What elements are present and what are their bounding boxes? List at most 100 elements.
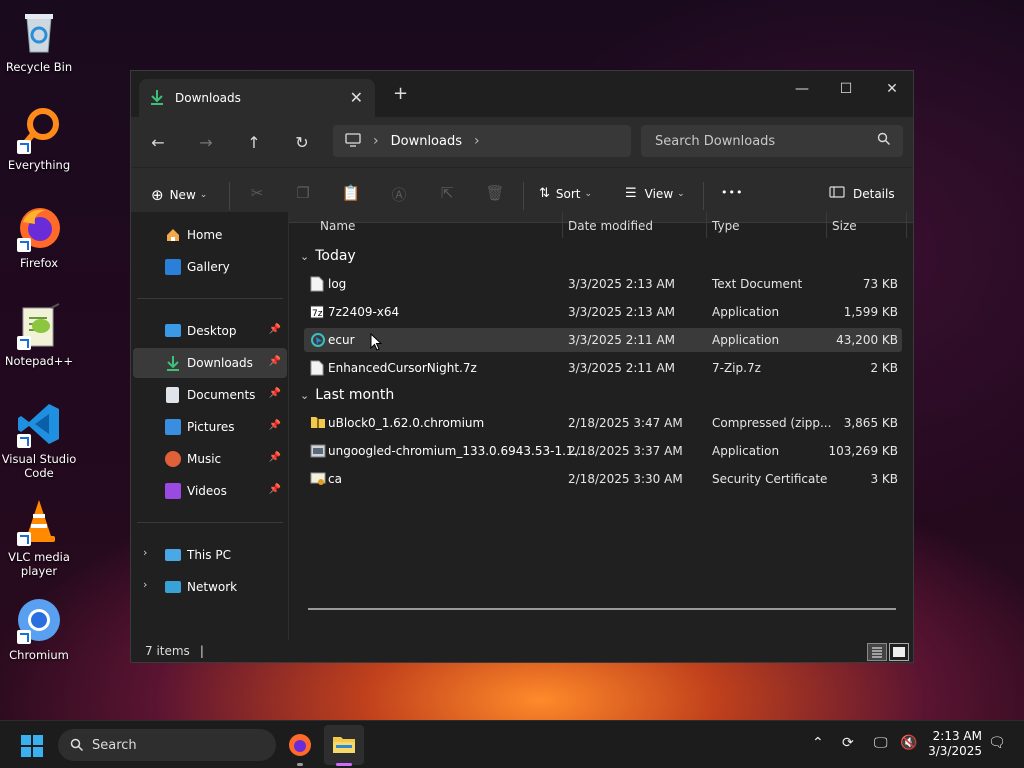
taskbar-file-explorer-icon[interactable]: [324, 725, 364, 765]
sidebar-item-pictures[interactable]: Pictures 📌: [133, 412, 287, 442]
chevron-up-icon[interactable]: ⌃: [812, 735, 824, 751]
details-label: Details: [853, 186, 895, 201]
column-separator[interactable]: [706, 212, 707, 238]
pin-icon[interactable]: 📌: [269, 356, 281, 367]
new-tab-button[interactable]: +: [393, 83, 408, 104]
file-row[interactable]: EnhancedCursorNight.7z 3/3/2025 2:11 AM …: [304, 356, 902, 380]
vscode-icon: [15, 400, 63, 448]
address-bar[interactable]: › Downloads ›: [333, 125, 631, 157]
pin-icon[interactable]: 📌: [269, 388, 281, 399]
file-row[interactable]: 7z 7z2409-x64 3/3/2025 2:13 AM Applicati…: [304, 300, 902, 324]
file-row[interactable]: ungoogled-chromium_133.0.6943.53-1.1... …: [304, 439, 902, 463]
paste-icon[interactable]: 📋: [341, 184, 361, 204]
desktop-icon-chromium[interactable]: Chromium: [0, 596, 78, 662]
details-view-toggle-icon[interactable]: [867, 643, 887, 661]
sidebar-item-this-pc[interactable]: This PC: [133, 540, 287, 570]
sidebar-item-desktop[interactable]: Desktop 📌: [133, 316, 287, 346]
column-header-date[interactable]: Date modified: [568, 212, 653, 240]
volume-muted-icon[interactable]: 🔇: [900, 735, 917, 751]
file-size: 103,269 KB: [828, 444, 898, 458]
file-row[interactable]: uBlock0_1.62.0.chromium 2/18/2025 3:47 A…: [304, 411, 902, 435]
rename-icon[interactable]: Ⓐ: [389, 184, 409, 204]
file-name: ecur: [328, 333, 355, 347]
tab-close-icon[interactable]: ✕: [350, 88, 363, 107]
taskbar-clock[interactable]: 2:13 AM 3/3/2025: [926, 729, 982, 759]
search-icon: [877, 132, 891, 150]
chevron-down-icon: ⌄: [677, 188, 685, 199]
back-button[interactable]: ←: [145, 129, 171, 155]
horizontal-scrollbar[interactable]: [308, 608, 896, 610]
share-icon[interactable]: ⇱: [437, 184, 457, 204]
sidebar-item-home[interactable]: Home: [133, 220, 287, 250]
new-button[interactable]: ⊕ New ⌄: [151, 186, 207, 204]
delete-icon[interactable]: 🗑: [485, 184, 505, 204]
sort-button[interactable]: ⇅ Sort ⌄: [539, 186, 592, 201]
pin-icon[interactable]: 📌: [269, 484, 281, 495]
desktop-icon-firefox[interactable]: Firefox: [0, 204, 78, 270]
breadcrumb[interactable]: Downloads: [391, 134, 462, 149]
desktop-icon-vlc[interactable]: VLC media player: [0, 498, 78, 578]
pin-icon[interactable]: 📌: [269, 452, 281, 463]
forward-button[interactable]: →: [193, 129, 219, 155]
group-header-last-month[interactable]: ⌄ Last month: [300, 387, 394, 403]
search-input[interactable]: Search Downloads: [641, 125, 903, 157]
copy-icon[interactable]: ❐: [293, 184, 313, 204]
update-sync-icon[interactable]: ⟳: [842, 735, 854, 751]
desktop-icon-vscode[interactable]: Visual Studio Code: [0, 400, 78, 480]
videos-icon: [165, 483, 181, 499]
file-row[interactable]: ecur 3/3/2025 2:11 AM Application 43,200…: [304, 328, 902, 352]
desktop-icon-label: Firefox: [19, 256, 59, 270]
file-name: ungoogled-chromium_133.0.6943.53-1.1...: [328, 444, 585, 458]
notification-center-icon[interactable]: 🗨: [988, 735, 1006, 751]
details-pane-button[interactable]: Details: [829, 186, 895, 201]
view-button[interactable]: ☰ View ⌄: [625, 186, 685, 201]
minimize-button[interactable]: —: [779, 75, 825, 103]
sidebar-item-gallery[interactable]: Gallery: [133, 252, 287, 282]
pin-icon[interactable]: 📌: [269, 324, 281, 335]
file-row[interactable]: log 3/3/2025 2:13 AM Text Document 73 KB: [304, 272, 902, 296]
file-date: 2/18/2025 3:47 AM: [568, 416, 683, 430]
7zip-app-icon: 7z: [310, 304, 324, 320]
sidebar-item-network[interactable]: Network: [133, 572, 287, 602]
chevron-down-icon: ⌄: [300, 388, 310, 402]
desktop-icon-everything[interactable]: Everything: [0, 106, 78, 172]
column-header-name[interactable]: Name: [320, 212, 355, 240]
taskbar-search-box[interactable]: Search: [58, 729, 276, 761]
desktop-icon-recycle-bin[interactable]: Recycle Bin: [0, 8, 78, 74]
desktop-icon-notepad-plus-plus[interactable]: Notepad++: [0, 302, 78, 368]
group-header-today[interactable]: ⌄ Today: [300, 248, 356, 264]
column-separator[interactable]: [562, 212, 563, 238]
file-name: ca: [328, 472, 342, 486]
status-bar: 7 items |: [131, 640, 913, 662]
cut-icon[interactable]: ✂: [247, 184, 267, 204]
sidebar-item-label: Home: [187, 228, 223, 242]
sidebar-item-documents[interactable]: Documents 📌: [133, 380, 287, 410]
column-header-size[interactable]: Size: [832, 212, 857, 240]
sidebar-item-music[interactable]: Music 📌: [133, 444, 287, 474]
up-button[interactable]: ↑: [241, 129, 267, 155]
windows-start-icon[interactable]: [20, 734, 44, 761]
sidebar-divider: [137, 298, 283, 299]
column-header-type[interactable]: Type: [712, 212, 740, 240]
column-separator[interactable]: [826, 212, 827, 238]
clock-time: 2:13 AM: [932, 729, 982, 743]
taskbar-running-indicator: [297, 763, 303, 766]
column-separator[interactable]: [906, 212, 907, 238]
explorer-body: Home Gallery Desktop 📌 Downloads 📌 Docum…: [131, 212, 913, 662]
pin-icon[interactable]: 📌: [269, 420, 281, 431]
file-type: Application: [712, 444, 780, 458]
more-options-button[interactable]: •••: [721, 186, 743, 199]
tiles-view-toggle-icon[interactable]: [889, 643, 909, 661]
close-window-button[interactable]: ✕: [869, 75, 915, 103]
file-row[interactable]: ca 2/18/2025 3:30 AM Security Certificat…: [304, 467, 902, 491]
sidebar-item-downloads[interactable]: Downloads 📌: [133, 348, 287, 378]
installer-app-icon: [310, 443, 326, 459]
group-label: Today: [315, 248, 356, 264]
network-monitor-icon[interactable]: 🖵: [874, 735, 888, 751]
maximize-button[interactable]: ☐: [823, 75, 869, 103]
refresh-button[interactable]: ↻: [289, 129, 315, 155]
breadcrumb-chevron-icon[interactable]: ›: [474, 133, 480, 149]
sidebar-item-videos[interactable]: Videos 📌: [133, 476, 287, 506]
taskbar-firefox-icon[interactable]: [288, 733, 312, 760]
tab-downloads[interactable]: Downloads ✕: [139, 79, 375, 117]
